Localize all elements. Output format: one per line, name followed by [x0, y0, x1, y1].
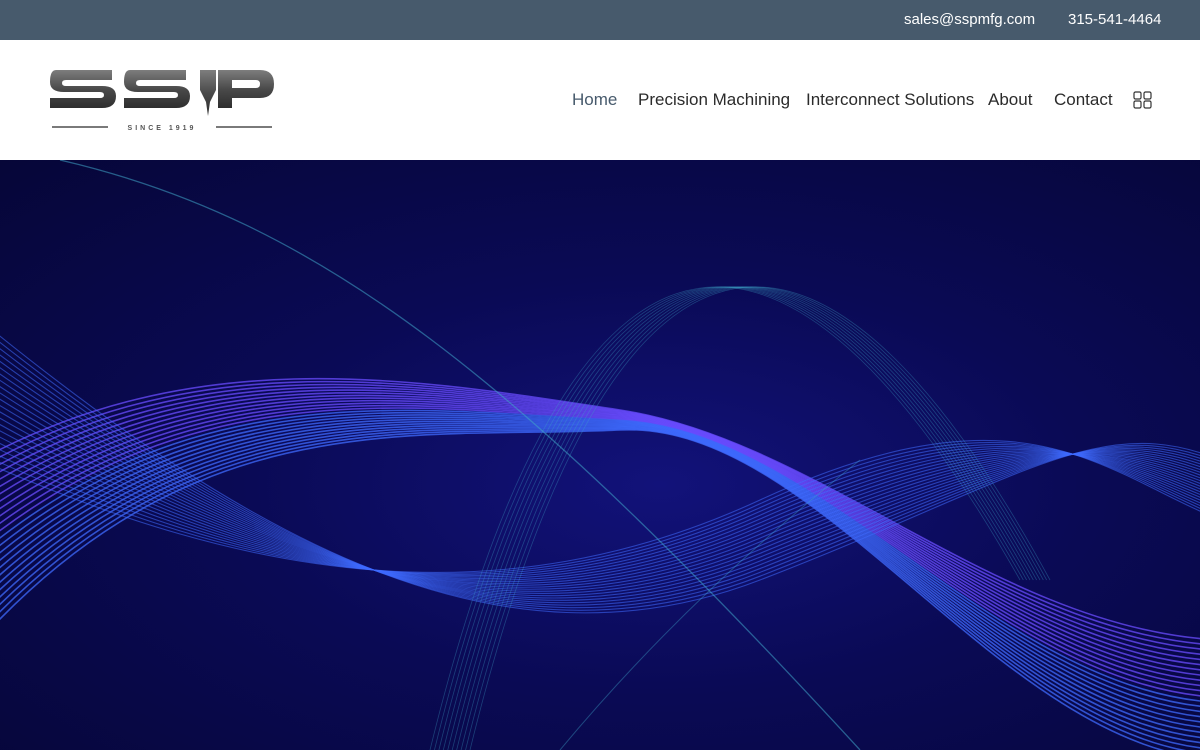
phone-link[interactable]: 315-541-4464 [1068, 11, 1161, 28]
nav-home[interactable]: Home [572, 90, 617, 110]
email-link[interactable]: sales@sspmfg.com [904, 11, 1035, 28]
svg-text:SINCE 1919: SINCE 1919 [128, 125, 197, 132]
nav-interconnect-solutions[interactable]: Interconnect Solutions [806, 90, 974, 110]
abstract-wave-lines [0, 160, 1200, 750]
hero-banner [0, 160, 1200, 750]
grid-menu-icon[interactable] [1133, 91, 1153, 109]
site-header: SINCE 1919 Home Precision Machining Inte… [0, 40, 1200, 160]
nav-contact[interactable]: Contact [1054, 90, 1113, 110]
nav-about[interactable]: About [988, 90, 1032, 110]
main-nav: Home Precision Machining Interconnect So… [0, 90, 1200, 110]
top-contact-bar: sales@sspmfg.com 315-541-4464 [0, 0, 1200, 40]
nav-precision-machining[interactable]: Precision Machining [638, 90, 790, 110]
